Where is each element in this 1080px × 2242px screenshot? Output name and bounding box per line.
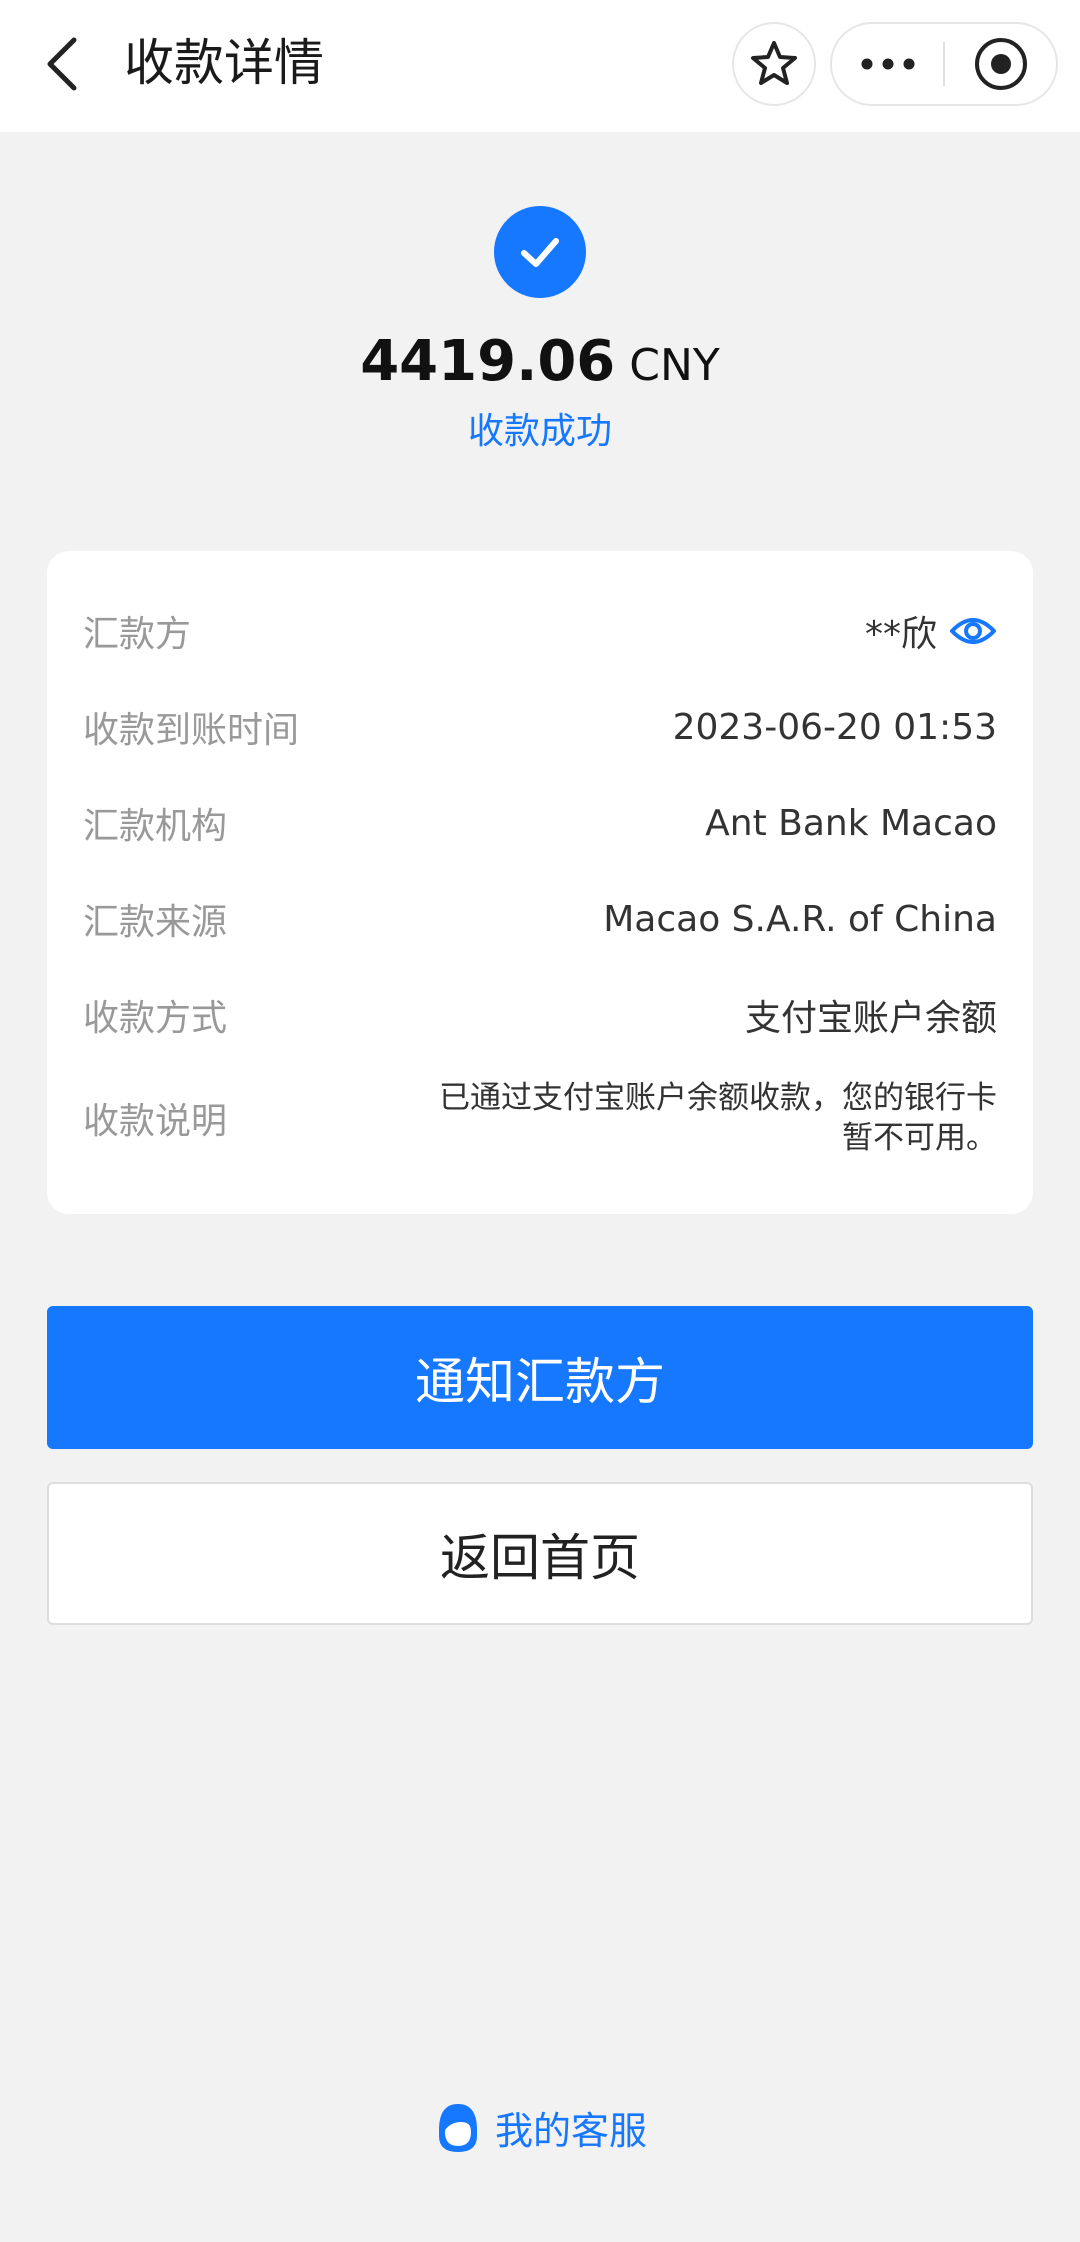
detail-label: 汇款来源	[83, 902, 228, 943]
amount-value: 4419.06	[360, 329, 616, 394]
detail-row-arrival-time: 收款到账时间 2023-06-20 01:53	[83, 684, 997, 770]
eye-icon[interactable]	[949, 611, 997, 651]
check-circle-icon	[494, 206, 586, 298]
detail-row-sender: 汇款方 **欣	[83, 587, 997, 675]
page-title: 收款详情	[124, 34, 324, 92]
top-bar: 收款详情	[0, 0, 1080, 132]
sender-name: **欣	[864, 614, 937, 655]
customer-service-link[interactable]: 我的客服	[0, 2094, 1080, 2160]
customer-service-icon	[433, 2100, 483, 2154]
detail-value: 支付宝账户余额	[744, 998, 997, 1039]
target-icon	[974, 38, 1027, 90]
close-mini-program-button[interactable]	[945, 24, 1056, 104]
detail-label: 收款到账时间	[83, 710, 300, 751]
status-text: 收款成功	[467, 411, 612, 452]
details-card: 汇款方 **欣 收款到账时间 2023-06-20 01:53 汇款机构 Ant…	[47, 551, 1033, 1214]
back-home-button[interactable]: 返回首页	[47, 1482, 1033, 1625]
more-button[interactable]	[832, 24, 943, 104]
notify-sender-button[interactable]: 通知汇款方	[47, 1306, 1033, 1449]
detail-row-institution: 汇款机构 Ant Bank Macao	[83, 780, 997, 866]
back-icon	[47, 37, 77, 91]
detail-value: **欣	[865, 587, 997, 675]
note-line-1: 已通过支付宝账户余额收款，您的银行卡	[439, 1080, 997, 1116]
detail-value: 2023-06-20 01:53	[672, 706, 997, 748]
more-icon	[861, 58, 914, 70]
detail-row-note: 收款说明 已通过支付宝账户余额收款，您的银行卡 暂不可用。	[83, 1068, 997, 1168]
back-button[interactable]	[30, 28, 94, 100]
mini-program-capsule	[830, 22, 1058, 106]
detail-value: Macao S.A.R. of China	[603, 898, 997, 940]
detail-label: 汇款机构	[83, 806, 228, 847]
detail-row-source: 汇款来源 Macao S.A.R. of China	[83, 876, 997, 962]
customer-service-label: 我的客服	[494, 2108, 647, 2153]
amount-display: 4419.06 CNY	[0, 322, 1080, 402]
detail-label: 收款说明	[83, 1101, 228, 1142]
detail-value: 已通过支付宝账户余额收款，您的银行卡 暂不可用。	[397, 1068, 997, 1168]
detail-value: Ant Bank Macao	[705, 802, 997, 844]
star-icon	[751, 41, 797, 85]
amount-currency: CNY	[629, 340, 720, 391]
detail-label: 收款方式	[83, 998, 228, 1039]
note-line-2: 暂不可用。	[842, 1120, 997, 1156]
detail-row-method: 收款方式 支付宝账户余额	[83, 972, 997, 1058]
detail-label: 汇款方	[83, 614, 192, 655]
favorite-button[interactable]	[732, 22, 816, 106]
